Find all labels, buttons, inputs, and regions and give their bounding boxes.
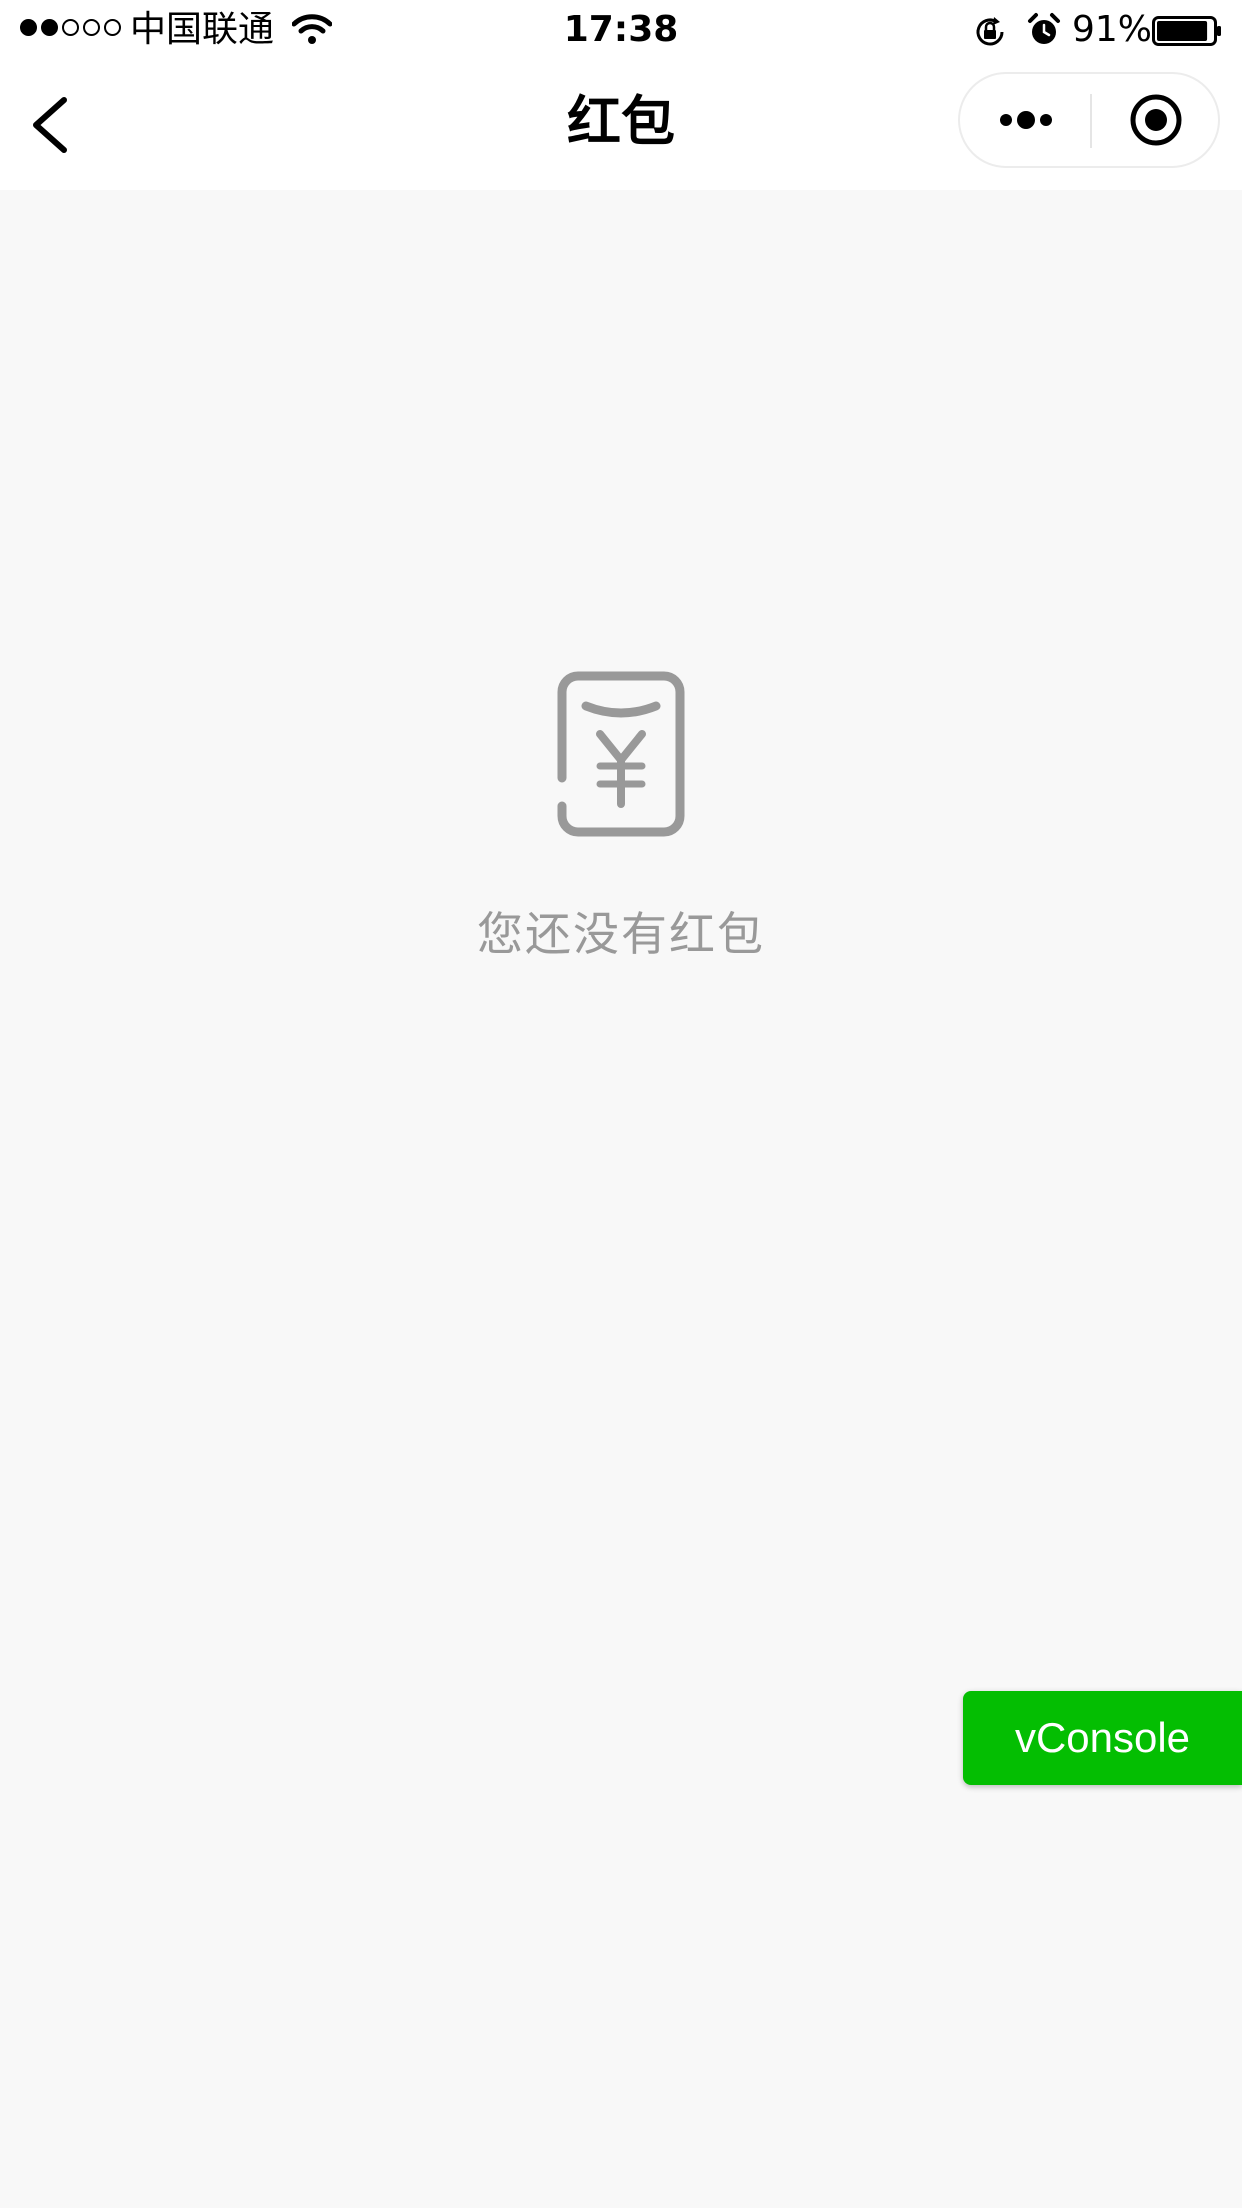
battery-icon (1152, 16, 1221, 46)
alarm-clock-icon (1028, 13, 1060, 44)
battery-percent: 91% (1072, 9, 1153, 50)
app-screen: 中国联通 17:38 91% 红包 您还没有红包 vConsole (0, 0, 1242, 2208)
empty-state-message: 您还没有红包 (477, 907, 765, 961)
vconsole-button[interactable]: vConsole (963, 1691, 1242, 1785)
navigation-bar: 红包 (0, 60, 1242, 190)
red-envelope-yuan-icon (557, 671, 685, 837)
more-dots-icon[interactable] (960, 74, 1090, 166)
status-bar: 中国联通 17:38 91% (0, 0, 1242, 60)
mini-program-capsule (958, 72, 1220, 168)
rotation-lock-icon (976, 17, 1004, 46)
target-close-icon[interactable] (1092, 74, 1220, 166)
